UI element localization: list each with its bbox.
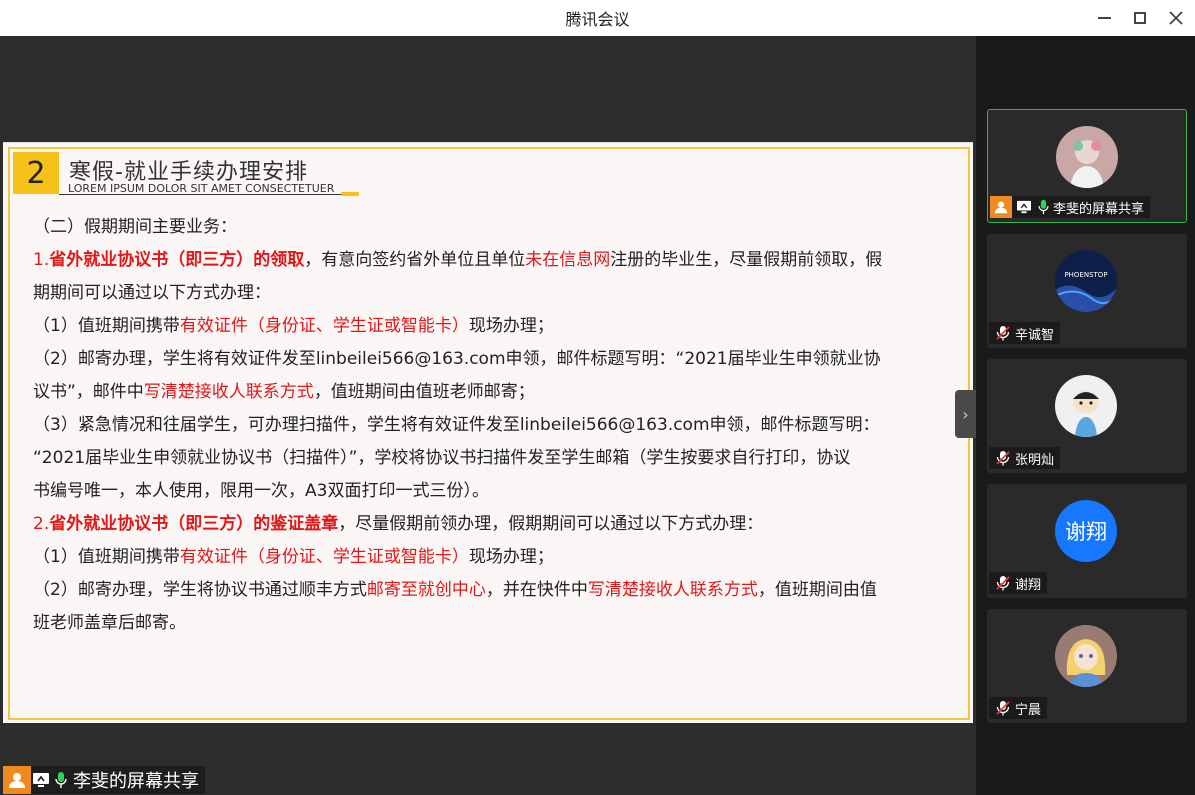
person-icon	[990, 196, 1012, 218]
slide-text-line: （2）邮寄办理，学生将有效证件发至linbeilei566@163.com申领，…	[33, 343, 953, 376]
highlighted-text: 有效证件（身份证、学生证或智能卡）	[179, 547, 469, 567]
collapse-sidebar-button[interactable]: ›	[955, 390, 976, 438]
slide-text-line: 期期间可以通过以下方式办理：	[33, 277, 953, 310]
close-button[interactable]	[1158, 0, 1194, 36]
participant-name: 谢翔	[1015, 577, 1042, 593]
screen-share-icon	[31, 766, 51, 794]
alice-avatar	[1055, 625, 1117, 687]
slide-body: （二）假期期间主要业务： 1.省外就业协议书（即三方）的领取，有意向签约省外单位且…	[33, 211, 953, 640]
mic-muted-icon	[995, 450, 1011, 466]
highlighted-text: 2.	[33, 514, 50, 534]
highlighted-text: 有效证件（身份证、学生证或智能卡）	[179, 316, 469, 336]
highlighted-text: 写清楚接收人联系方式	[143, 382, 314, 402]
mic-muted-icon	[995, 325, 1011, 341]
avatar-initials: 谢翔	[1065, 520, 1107, 544]
participant-name: 张明灿	[1015, 452, 1055, 468]
person-icon	[3, 766, 31, 794]
title-underline	[59, 194, 341, 195]
text-segment: （1）值班期间携带	[33, 316, 180, 336]
maximize-button[interactable]	[1122, 0, 1158, 36]
initials-avatar: 谢翔	[1055, 500, 1117, 562]
participant-namebar: 李斐的屏幕共享	[990, 196, 1151, 218]
participant-sidebar: 李斐的屏幕共享 PHOENSTOP 辛诚智 张明灿 谢翔 谢翔 宁晨	[976, 36, 1195, 795]
text-segment: ，有意向签约省外单位且单位	[304, 250, 526, 270]
mic-muted-icon	[995, 575, 1011, 591]
mic-icon	[1038, 199, 1049, 215]
phoenstop-logo: PHOENSTOP	[1055, 250, 1117, 312]
text-segment: （2）邮寄办理，学生将协议书通过顺丰方式	[33, 580, 367, 600]
participant-tile[interactable]: PHOENSTOP 辛诚智	[987, 234, 1187, 348]
highlighted-text: 1.	[33, 250, 50, 270]
text-segment: 书编号唯一，本人使用，限用一次，A3双面打印一式三份）。	[33, 481, 489, 501]
mic-muted-icon	[995, 700, 1011, 716]
slide-text-line: （1）值班期间携带有效证件（身份证、学生证或智能卡）现场办理；	[33, 310, 953, 343]
text-segment: 现场办理；	[468, 316, 554, 336]
text-segment: ，值班期间由值班老师邮寄；	[313, 382, 535, 402]
participant-namebar: 宁晨	[989, 697, 1048, 719]
participant-name: 李斐的屏幕共享	[1053, 201, 1145, 217]
slide-text-line: “2021届毕业生申领就业协议书（扫描件）”，学校将协议书扫描件发至学生邮箱（学…	[33, 442, 953, 475]
slide-text-line: 1.省外就业协议书（即三方）的领取，有意向签约省外单位且单位未在信息网注册的毕业…	[33, 244, 953, 277]
text-segment: （二）假期期间主要业务：	[33, 217, 237, 237]
share-owner-label: 李斐的屏幕共享	[73, 771, 199, 792]
minimize-icon	[1097, 17, 1111, 19]
participant-name: 辛诚智	[1015, 327, 1055, 343]
highlighted-text: 邮寄至就创中心	[366, 580, 486, 600]
text-segment: （3）紧急情况和往届学生，可办理扫描件，学生将有效证件发至linbeilei56…	[33, 415, 880, 435]
text-segment: 注册的毕业生，尽量假期前领取，假	[610, 250, 883, 270]
slide-number: 2	[13, 152, 59, 194]
participant-tile[interactable]: 张明灿	[987, 359, 1187, 473]
avatar-logo-text: PHOENSTOP	[1064, 271, 1107, 279]
highlighted-text: 未在信息网	[525, 250, 611, 270]
text-segment: 现场办理；	[468, 547, 554, 567]
chevron-right-icon: ›	[962, 404, 969, 424]
slide-text-line: 2.省外就业协议书（即三方）的鉴证盖章，尽量假期前领办理，假期期间可以通过以下方…	[33, 508, 953, 541]
slide-text-line: 班老师盖章后邮寄。	[33, 607, 953, 640]
participant-namebar: 辛诚智	[989, 322, 1061, 344]
text-segment: 班老师盖章后邮寄。	[33, 613, 186, 633]
text-segment: ，值班期间由值	[757, 580, 877, 600]
slide-text-line: （二）假期期间主要业务：	[33, 211, 953, 244]
girl-avatar	[1056, 126, 1118, 188]
participant-namebar: 谢翔	[989, 572, 1048, 594]
participant-name: 宁晨	[1015, 702, 1042, 718]
highlighted-text: 省外就业协议书（即三方）的领取	[49, 250, 305, 270]
slide: 2 寒假-就业手续办理安排 LOREM IPSUM DOLOR SIT AMET…	[3, 142, 973, 723]
participant-tile[interactable]: 李斐的屏幕共享	[987, 109, 1187, 223]
participant-tile[interactable]: 谢翔 谢翔	[987, 484, 1187, 598]
shared-screen-stage: 2 寒假-就业手续办理安排 LOREM IPSUM DOLOR SIT AMET…	[0, 36, 976, 795]
slide-text-line: （1）值班期间携带有效证件（身份证、学生证或智能卡）现场办理；	[33, 541, 953, 574]
screen-share-icon	[1016, 200, 1032, 214]
text-segment: ，并在快件中	[485, 580, 588, 600]
text-segment: （2）邮寄办理，学生将有效证件发至linbeilei566@163.com申领，…	[33, 349, 881, 369]
screen-share-label-bar: 李斐的屏幕共享	[3, 766, 205, 794]
text-segment: 期期间可以通过以下方式办理：	[33, 283, 271, 303]
text-segment: （1）值班期间携带	[33, 547, 180, 567]
text-segment: ，尽量假期前领办理，假期期间可以通过以下方式办理：	[338, 514, 764, 534]
minimize-button[interactable]	[1086, 0, 1122, 36]
highlighted-text: 省外就业协议书（即三方）的鉴证盖章	[49, 514, 339, 534]
highlighted-text: 写清楚接收人联系方式	[587, 580, 758, 600]
cartoon-boy-avatar	[1055, 375, 1117, 437]
title-accent-bar	[341, 192, 359, 196]
close-icon	[1169, 11, 1183, 25]
maximize-icon	[1134, 12, 1146, 24]
slide-text-line: 议书”，邮件中写清楚接收人联系方式，值班期间由值班老师邮寄；	[33, 376, 953, 409]
text-segment: 议书”，邮件中	[33, 382, 144, 402]
window-title: 腾讯会议	[565, 10, 630, 29]
slide-text-line: （2）邮寄办理，学生将协议书通过顺丰方式邮寄至就创中心，并在快件中写清楚接收人联…	[33, 574, 953, 607]
text-segment: “2021届毕业生申领就业协议书（扫描件）”，学校将协议书扫描件发至学生邮箱（学…	[33, 448, 851, 468]
participant-namebar: 张明灿	[989, 447, 1061, 469]
slide-text-line: 书编号唯一，本人使用，限用一次，A3双面打印一式三份）。	[33, 475, 953, 508]
title-bar: 腾讯会议	[0, 0, 1195, 36]
participant-tile[interactable]: 宁晨	[987, 609, 1187, 723]
slide-text-line: （3）紧急情况和往届学生，可办理扫描件，学生将有效证件发至linbeilei56…	[33, 409, 953, 442]
mic-icon	[51, 766, 71, 794]
